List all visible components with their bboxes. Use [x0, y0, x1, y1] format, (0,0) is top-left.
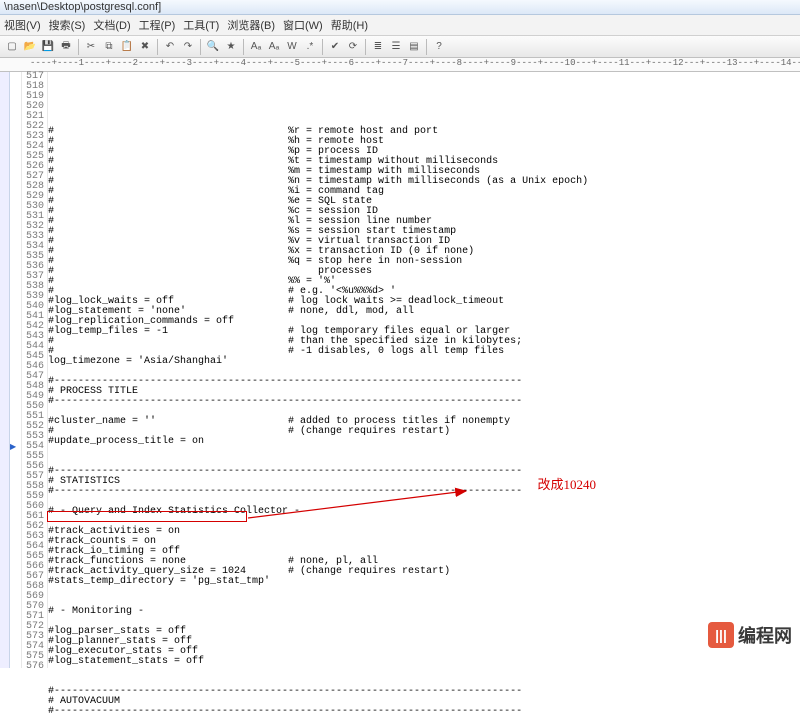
menu-item-4[interactable]: 工具(T): [183, 20, 219, 32]
menu-item-7[interactable]: 帮助(H): [331, 20, 368, 32]
code-area[interactable]: 改成10240 # %r = remote host and port# %h …: [48, 72, 800, 668]
redo-icon[interactable]: ↷: [180, 39, 196, 55]
paste-icon[interactable]: 📋: [119, 39, 135, 55]
toolbar-separator: [243, 39, 244, 55]
menu-bar: 视图(V) 搜索(S) 文档(D) 工程(P) 工具(T) 浏览器(B) 窗口(W) 帮助(H…: [0, 15, 800, 36]
line-number: 575: [25, 652, 44, 662]
toolbar-separator: [365, 39, 366, 55]
title-bar: \nasen\Desktop\postgresql.conf]: [0, 0, 800, 15]
whole-icon[interactable]: W: [284, 39, 300, 55]
code-line: #---------------------------------------…: [48, 486, 522, 497]
code-line: # - Query and Index Statistics Collector…: [48, 506, 300, 517]
toolbar-separator: [426, 39, 427, 55]
left-edge: [0, 72, 10, 668]
toolbar-separator: [157, 39, 158, 55]
line-number: 576: [25, 662, 44, 672]
save-icon[interactable]: 💾: [40, 39, 56, 55]
gutter: ▶: [10, 72, 22, 668]
code-line: #---------------------------------------…: [48, 396, 522, 407]
list2-icon[interactable]: ☰: [388, 39, 404, 55]
undo-icon[interactable]: ↶: [162, 39, 178, 55]
code-line: log_timezone = 'Asia/Shanghai': [48, 356, 228, 367]
menu-item-5[interactable]: 浏览器(B): [227, 20, 275, 32]
find-icon[interactable]: 🔍: [205, 39, 221, 55]
check-icon[interactable]: ✔: [327, 39, 343, 55]
toolbar: ▢📂💾🖶✂⧉📋✖↶↷🔍★AₐAₐW.*✔⟳≣☰▤?: [0, 36, 800, 58]
menu-item-2[interactable]: 文档(D): [93, 20, 130, 32]
code-line: # - Monitoring -: [48, 606, 144, 617]
delete-icon[interactable]: ✖: [137, 39, 153, 55]
open-icon[interactable]: 📂: [22, 39, 38, 55]
code-line: #stats_temp_directory = 'pg_stat_tmp': [48, 576, 270, 587]
ruler: ----+----1----+----2----+----3----+----4…: [0, 58, 800, 72]
help-icon[interactable]: ?: [431, 39, 447, 55]
Aa-icon[interactable]: Aₐ: [266, 39, 282, 55]
toolbar-separator: [200, 39, 201, 55]
list-icon[interactable]: ≣: [370, 39, 386, 55]
code-line: #update_process_title = on: [48, 436, 204, 447]
editor: ▶ 51751851952052152252352452552652752852…: [0, 72, 800, 668]
current-line-marker-icon: ▶: [10, 442, 21, 452]
regex-icon[interactable]: .*: [302, 39, 318, 55]
menu-item-3[interactable]: 工程(P): [139, 20, 176, 32]
Aa-icon[interactable]: Aₐ: [248, 39, 264, 55]
menu-item-6[interactable]: 窗口(W): [283, 20, 323, 32]
toolbar-separator: [78, 39, 79, 55]
line-numbers: 5175185195205215225235245255265275285295…: [22, 72, 48, 668]
cut-icon[interactable]: ✂: [83, 39, 99, 55]
bookmark-icon[interactable]: ★: [223, 39, 239, 55]
tree-icon[interactable]: ▤: [406, 39, 422, 55]
menu-item-1[interactable]: 搜索(S): [49, 20, 86, 32]
new-icon[interactable]: ▢: [4, 39, 20, 55]
file-path: \nasen\Desktop\postgresql.conf]: [4, 1, 161, 13]
print-icon[interactable]: 🖶: [58, 39, 74, 55]
copy-icon[interactable]: ⧉: [101, 39, 117, 55]
menu-item-0[interactable]: 视图(V): [4, 20, 41, 32]
toolbar-separator: [322, 39, 323, 55]
code-line: #log_statement_stats = off: [48, 656, 204, 667]
code-line: #---------------------------------------…: [48, 706, 522, 717]
refresh-icon[interactable]: ⟳: [345, 39, 361, 55]
